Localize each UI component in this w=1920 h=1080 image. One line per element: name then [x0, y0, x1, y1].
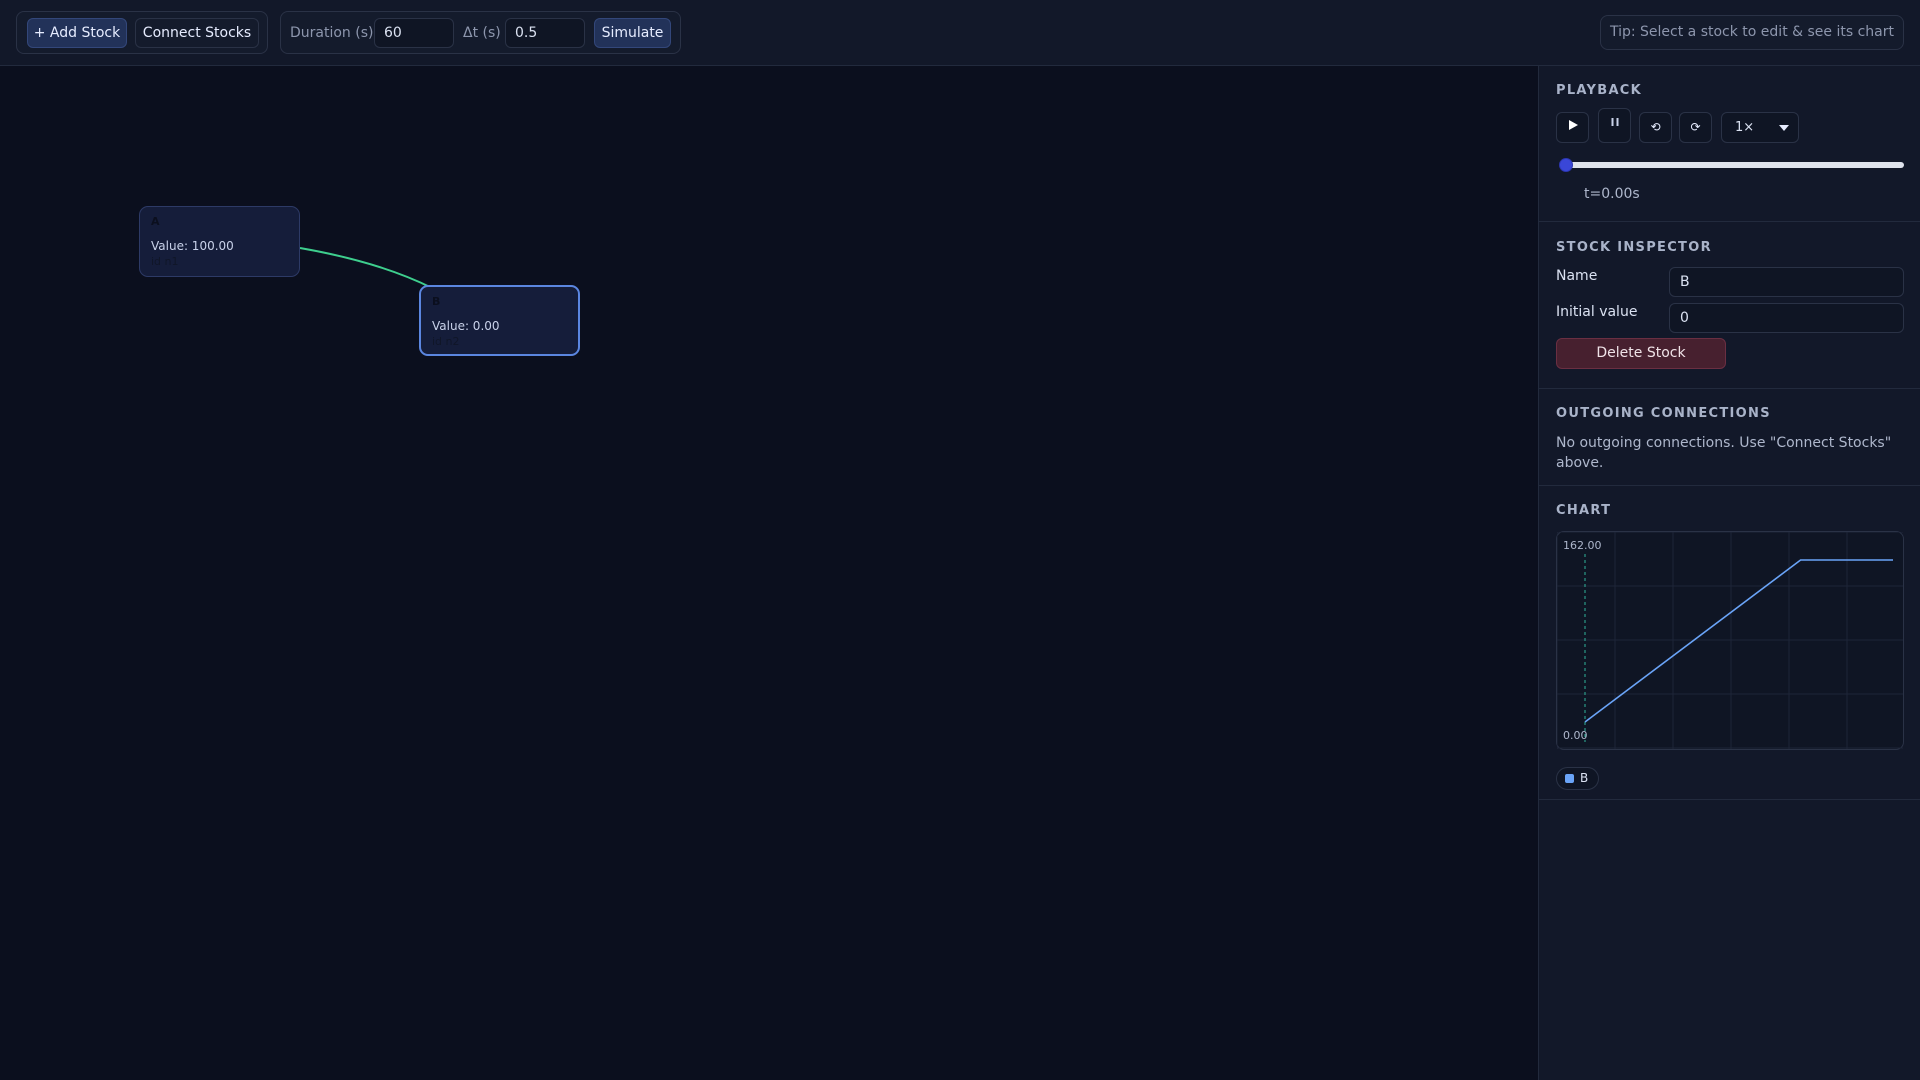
simulate-button[interactable]: Simulate: [594, 18, 671, 48]
timeline-slider-handle[interactable]: [1559, 158, 1573, 172]
current-time: t=0.00s: [1584, 186, 1640, 202]
chart-plot: 162.00 0.00: [1556, 531, 1906, 749]
initial-value-input[interactable]: 0: [1669, 303, 1904, 333]
stock-actions-group: + Add Stock Connect Stocks: [16, 11, 268, 54]
name-input[interactable]: B: [1669, 267, 1904, 297]
stock-node-id: id n1: [151, 255, 179, 268]
dt-input[interactable]: 0.5: [505, 18, 585, 48]
timeline-slider[interactable]: [1563, 162, 1904, 168]
tip-text: Tip: Select a stock to edit & see its ch…: [1599, 15, 1904, 50]
stock-node-value: Value: 100.00: [151, 239, 234, 253]
stock-node-value: Value: 0.00: [432, 319, 500, 333]
rewind-icon: ⟲: [1650, 120, 1661, 134]
playback-title: PLAYBACK: [1556, 83, 1643, 98]
play-button[interactable]: [1556, 112, 1589, 143]
speed-value: 1×: [1735, 120, 1755, 135]
duration-input[interactable]: 60: [374, 18, 454, 48]
y-tick-max: 162.00: [1563, 539, 1602, 552]
right-sidebar: PLAYBACK ⟲ ⟳ 1× t=0.00s STOCK INSPECTOR …: [1538, 66, 1920, 1080]
chart-legend-item[interactable]: B: [1556, 767, 1600, 790]
legend-label: B: [1580, 771, 1589, 785]
pause-button[interactable]: [1598, 108, 1631, 143]
stock-node-name: B: [432, 295, 441, 308]
loop-button[interactable]: ⟳: [1679, 112, 1712, 143]
simulation-settings-group: Duration (s) 60 Δt (s) 0.5 Simulate: [280, 11, 681, 54]
add-stock-button[interactable]: + Add Stock: [27, 18, 127, 48]
chart-title: CHART: [1556, 503, 1612, 518]
chart-grid: [1556, 531, 1906, 749]
playback-section: PLAYBACK ⟲ ⟳ 1× t=0.00s: [1539, 66, 1920, 222]
dt-label: Δt (s): [463, 25, 501, 41]
play-icon: [1568, 120, 1578, 130]
stock-node-id: id n2: [432, 335, 460, 348]
name-label: Name: [1556, 268, 1598, 284]
speed-select[interactable]: 1×: [1721, 112, 1799, 143]
reset-button[interactable]: ⟲: [1639, 112, 1672, 143]
connection-edge[interactable]: [299, 247, 433, 289]
y-tick-min: 0.00: [1563, 729, 1588, 742]
legend-swatch: [1565, 774, 1574, 783]
loop-icon: ⟳: [1690, 120, 1701, 134]
model-canvas[interactable]: A Value: 100.00 id n1 B Value: 0.00 id n…: [0, 66, 1538, 1080]
stock-node-name: A: [151, 215, 160, 228]
initial-value-label: Initial value: [1556, 304, 1638, 320]
stock-node-a[interactable]: A Value: 100.00 id n1: [139, 206, 300, 277]
pause-icon: [1611, 118, 1618, 126]
no-connections-message: No outgoing connections. Use "Connect St…: [1556, 435, 1892, 471]
outgoing-connections-title: OUTGOING CONNECTIONS: [1556, 406, 1771, 421]
stock-chart: 162.00 0.00: [1556, 531, 1906, 750]
top-toolbar: + Add Stock Connect Stocks Duration (s) …: [0, 0, 1920, 66]
chevron-down-icon: [1779, 125, 1789, 131]
stock-inspector-section: STOCK INSPECTOR Name B Initial value 0 D…: [1539, 222, 1920, 389]
delete-stock-button[interactable]: Delete Stock: [1556, 338, 1726, 369]
outgoing-connections-section: OUTGOING CONNECTIONS No outgoing connect…: [1539, 389, 1920, 486]
connect-stocks-button[interactable]: Connect Stocks: [135, 18, 259, 48]
duration-label: Duration (s): [290, 25, 374, 41]
stock-inspector-title: STOCK INSPECTOR: [1556, 240, 1712, 255]
chart-section: CHART 162.00 0.00 B: [1539, 486, 1920, 800]
stock-node-b[interactable]: B Value: 0.00 id n2: [419, 285, 580, 356]
